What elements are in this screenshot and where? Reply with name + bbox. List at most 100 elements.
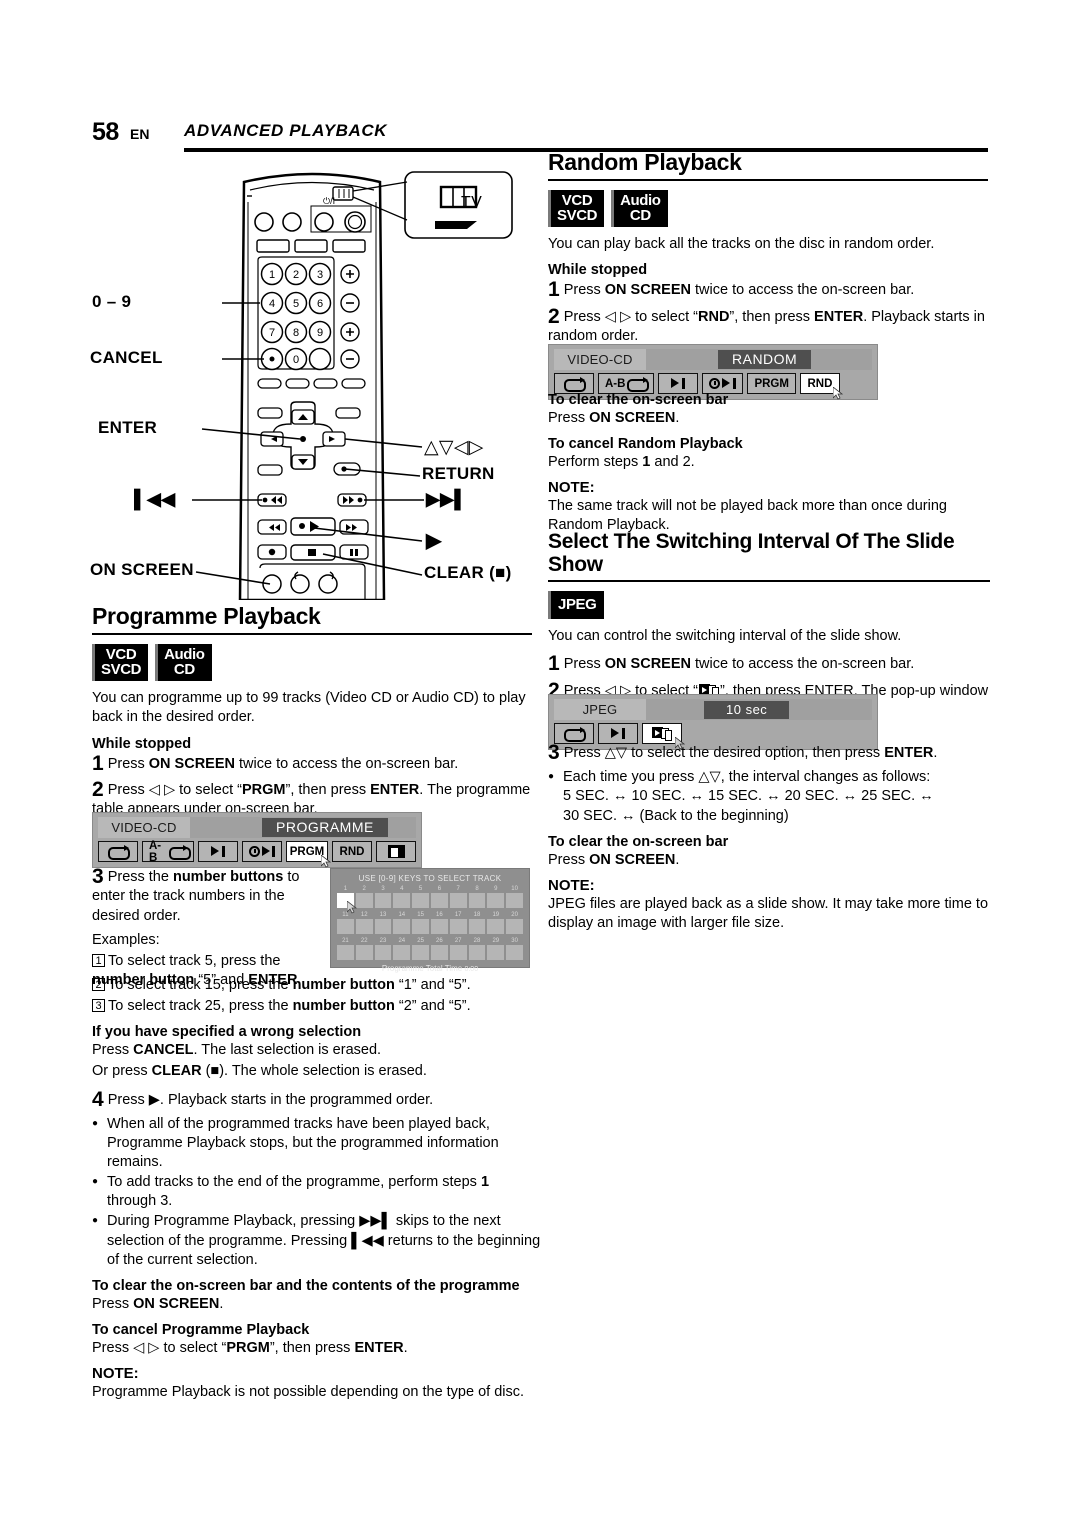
slideshow-interval-button[interactable]: [642, 723, 686, 750]
osb-top-row: JPEG 10 sec: [554, 699, 872, 720]
programme-note-label: NOTE:: [92, 1365, 139, 1383]
programme-cell[interactable]: [412, 893, 429, 908]
programme-cell[interactable]: [355, 893, 373, 908]
rnd-button[interactable]: RND: [799, 373, 844, 400]
example-number: 2: [92, 978, 105, 991]
badge-line-1: Audio: [620, 192, 661, 210]
programme-table-row-3: 21 22 23 24 25 26 27 28 29 30: [337, 938, 523, 960]
cell-label: 8: [475, 886, 479, 892]
onscreen-bar-programme: VIDEO-CD PROGRAMME A-B PRGM RND: [92, 812, 422, 868]
callout-skip-forward: ▶▶▌: [426, 489, 468, 509]
ab-repeat-icon[interactable]: A-B: [598, 373, 655, 394]
ab-repeat-icon[interactable]: A-B: [142, 840, 194, 864]
programme-cell[interactable]: [449, 893, 467, 908]
osb-interval-value: 10 sec: [704, 700, 790, 719]
skip-icon[interactable]: [598, 723, 638, 744]
osb-mode-zone: PROGRAMME: [190, 817, 416, 838]
programme-table-row-1: 1 2 3 4 5 6 7 8 9 10: [337, 886, 523, 914]
example-number: 1: [92, 953, 105, 967]
programme-cell[interactable]: [431, 893, 448, 908]
programme-cell[interactable]: [412, 919, 429, 934]
programme-cell[interactable]: [449, 945, 467, 960]
rnd-label: RND: [807, 377, 833, 390]
cell-label: 15: [417, 912, 424, 918]
cell-label: 18: [473, 912, 481, 918]
repeat-icon[interactable]: [554, 373, 594, 394]
callout-arrow-keys: △▽◁▷: [424, 437, 484, 458]
slideshow-title: Select The Switching Interval Of The Sli…: [548, 530, 955, 577]
programme-bullets: When all of the programmed tracks have b…: [92, 1115, 542, 1270]
programme-cell[interactable]: [468, 893, 486, 908]
random-title: Random Playback: [548, 149, 742, 175]
programme-cell[interactable]: [374, 945, 392, 960]
programme-cell[interactable]: [487, 919, 505, 934]
programme-cell[interactable]: [374, 919, 392, 934]
list-item: Each time you press △▽, the interval cha…: [548, 768, 990, 825]
programme-cell[interactable]: [355, 945, 373, 960]
programme-cell[interactable]: [431, 919, 448, 934]
programme-cell[interactable]: [393, 919, 411, 934]
osb-mode-label: RANDOM: [718, 350, 812, 369]
programme-step-4: 4 Press ▶. Playback starts in the program…: [92, 1089, 542, 1110]
cell-label: 29: [492, 938, 500, 944]
programme-cell[interactable]: [506, 945, 523, 960]
programme-clear-text: Press ON SCREEN.: [92, 1295, 224, 1312]
skip-icon[interactable]: [658, 373, 699, 394]
cell-label: 16: [436, 912, 443, 918]
programme-cell[interactable]: [337, 945, 354, 960]
prgm-button[interactable]: PRGM: [286, 841, 332, 868]
programme-cell[interactable]: [468, 945, 486, 960]
programme-cell[interactable]: [487, 893, 505, 908]
step-number: 4: [92, 1087, 104, 1111]
skip-icon[interactable]: [198, 841, 238, 862]
programme-cell[interactable]: [374, 893, 392, 908]
badge-line-1: VCD: [561, 192, 593, 210]
programme-cell[interactable]: [355, 919, 373, 934]
cell-label: 24: [398, 938, 406, 944]
section-title: ADVANCED PLAYBACK: [184, 121, 388, 140]
audio-cd-badge: Audio CD: [611, 190, 668, 228]
programme-cell[interactable]: [506, 893, 523, 908]
wrong-selection-heading: If you have specified a wrong selection: [92, 1024, 362, 1041]
wrong-selection-line-2: Or press CLEAR (■). The whole selection …: [92, 1063, 427, 1080]
programme-cell[interactable]: [506, 919, 523, 934]
cell-label: 23: [379, 938, 387, 944]
time-skip-icon[interactable]: [702, 373, 744, 394]
repeat-icon[interactable]: [98, 841, 138, 862]
badge-line-1: VCD: [105, 646, 137, 664]
programme-cell[interactable]: [431, 945, 448, 960]
slideshow-bullets: Each time you press △▽, the interval cha…: [548, 768, 990, 825]
time-skip-icon[interactable]: [242, 841, 282, 862]
total-time-label: Programme Total Time: [381, 964, 463, 973]
random-note-label: NOTE:: [548, 479, 595, 497]
callout-on-screen: ON SCREEN: [90, 560, 194, 579]
programme-cell-selected[interactable]: [337, 893, 357, 914]
slideshow-step-3: 3 Press △▽ to select the desired option, …: [548, 742, 990, 763]
cell-label: 26: [436, 938, 443, 944]
language-code: EN: [130, 126, 150, 142]
programme-cell[interactable]: [393, 945, 411, 960]
repeat-icon[interactable]: [554, 723, 594, 744]
svg-text:⏻/I: ⏻/I: [323, 196, 335, 206]
step-number: 2: [92, 777, 104, 801]
badge-line-2: SVCD: [557, 207, 598, 225]
programme-cell[interactable]: [468, 919, 486, 934]
programme-cell[interactable]: [393, 893, 411, 908]
cell-label: 27: [454, 938, 462, 944]
rnd-button[interactable]: RND: [332, 841, 372, 862]
tv-screen-icon[interactable]: [376, 841, 416, 862]
osb-disc-type: JPEG: [554, 699, 646, 720]
prgm-button[interactable]: PRGM: [747, 373, 796, 394]
callout-return: RETURN: [422, 464, 495, 483]
programme-cell[interactable]: [412, 945, 429, 960]
programme-cell[interactable]: [449, 919, 467, 934]
random-step-1: 1 Press ON SCREEN twice to access the on-…: [548, 279, 988, 300]
bullet-intro: Each time you press △▽, the interval cha…: [563, 769, 931, 786]
programme-cell[interactable]: [487, 945, 505, 960]
svg-text:9: 9: [317, 327, 323, 339]
programme-total-time: Programme Total Time 0:00: [337, 964, 523, 973]
random-playback-section: Random Playback VCD SVCD Audio CD You ca…: [548, 149, 988, 351]
programme-cell[interactable]: [337, 919, 354, 934]
programme-clear-heading: To clear the on-screen bar and the conte…: [92, 1277, 520, 1294]
badge-line-2: CD: [173, 661, 195, 679]
